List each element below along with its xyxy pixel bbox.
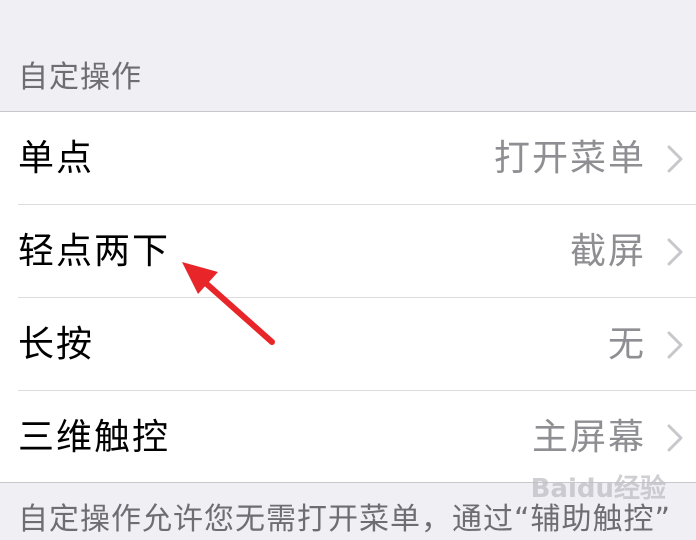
red-arrow-icon bbox=[182, 262, 275, 345]
row-value: 主屏幕 bbox=[531, 417, 646, 458]
footer-text: 自定操作允许您无需打开菜单，通过“辅助触控” bbox=[18, 502, 672, 537]
settings-group: 单点 打开菜单 轻点两下 截屏 长按 无 三维触控 主屏幕 bbox=[0, 111, 696, 483]
chevron-right-icon bbox=[667, 145, 683, 173]
row-long-press[interactable]: 长按 无 bbox=[0, 298, 696, 391]
row-title: 轻点两下 bbox=[18, 231, 171, 272]
row-value: 打开菜单 bbox=[493, 138, 646, 179]
chevron-right-icon bbox=[667, 424, 683, 452]
row-title: 单点 bbox=[18, 138, 95, 179]
row-single-tap[interactable]: 单点 打开菜单 bbox=[0, 112, 696, 205]
chevron-right-icon bbox=[667, 238, 683, 266]
chevron-right-icon bbox=[667, 331, 683, 359]
row-title: 三维触控 bbox=[18, 417, 171, 458]
row-value: 无 bbox=[607, 324, 646, 365]
row-value: 截屏 bbox=[569, 231, 646, 272]
row-title: 长按 bbox=[18, 324, 95, 365]
section-header-label: 自定操作 bbox=[18, 60, 142, 95]
row-double-tap[interactable]: 轻点两下 截屏 bbox=[0, 205, 696, 298]
section-header: 自定操作 bbox=[0, 0, 696, 111]
